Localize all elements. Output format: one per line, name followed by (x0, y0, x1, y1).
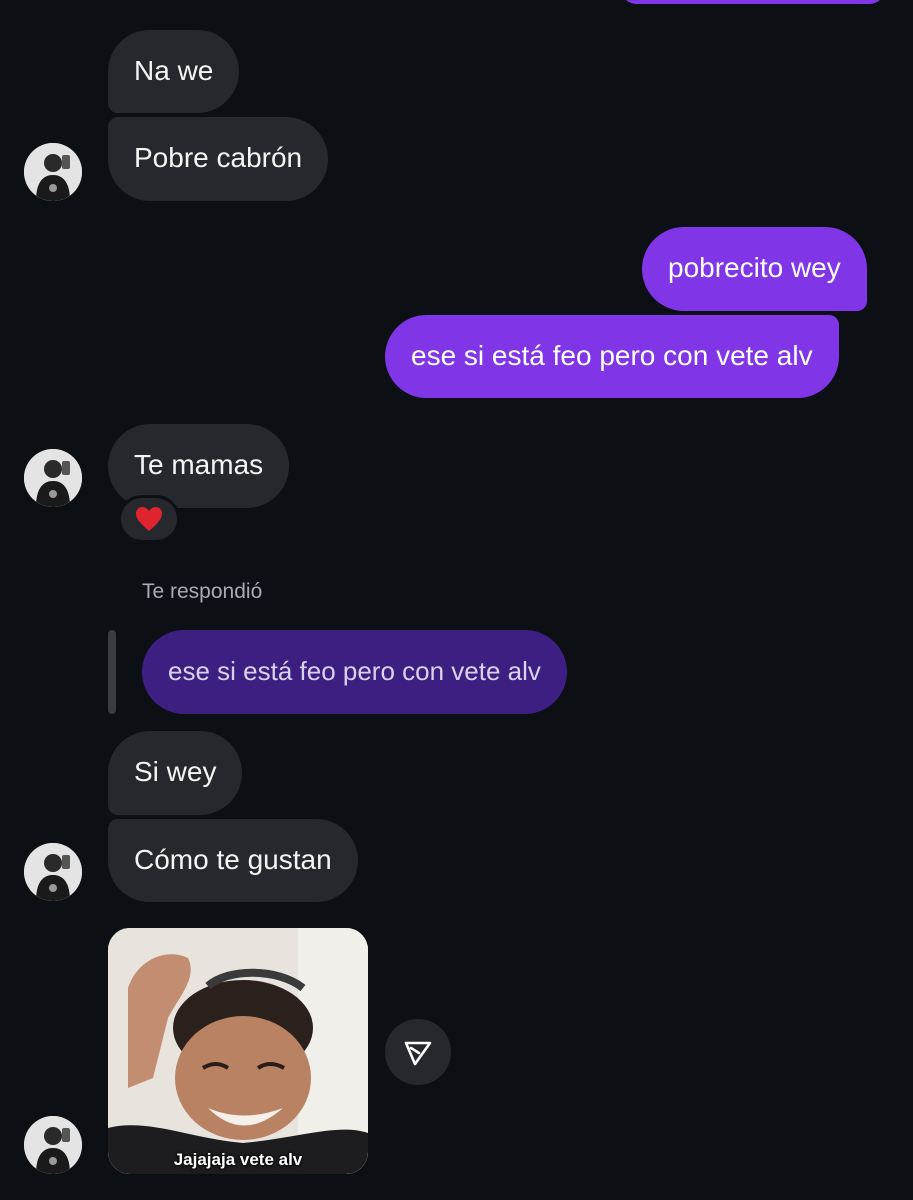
message-text: pobrecito wey (668, 252, 841, 283)
outgoing-message[interactable]: pobrecito wey (642, 227, 867, 311)
outgoing-bubble-partial (620, 0, 886, 4)
profile-photo-icon (24, 1116, 82, 1174)
video-thumbnail (108, 928, 368, 1174)
media-message[interactable]: Jajajaja vete alv (108, 928, 368, 1174)
message-text: Na we (134, 55, 214, 86)
profile-photo-icon (24, 449, 82, 507)
message-text: Si wey (134, 756, 217, 787)
avatar[interactable] (24, 143, 82, 201)
outgoing-message[interactable]: ese si está feo pero con vete alv (385, 315, 839, 398)
avatar[interactable] (24, 449, 82, 507)
reaction-badge[interactable] (118, 495, 180, 543)
share-button[interactable] (385, 1019, 451, 1085)
incoming-message[interactable]: Cómo te gustan (108, 819, 358, 902)
quoted-message-text: ese si está feo pero con vete alv (168, 656, 541, 686)
message-text: ese si está feo pero con vete alv (411, 340, 813, 371)
avatar[interactable] (24, 843, 82, 901)
avatar[interactable] (24, 1116, 82, 1174)
incoming-message[interactable]: Na we (108, 30, 240, 113)
chat-thread[interactable]: Na we Pobre cabrón pobrecito wey ese si … (0, 0, 913, 1200)
profile-photo-icon (24, 143, 82, 201)
reply-indicator-bar (108, 630, 116, 714)
heart-icon (136, 507, 162, 531)
message-text: Te mamas (134, 449, 264, 480)
send-icon (404, 1041, 432, 1066)
incoming-message[interactable]: Si wey (108, 731, 243, 815)
profile-photo-icon (24, 843, 82, 901)
message-text: Pobre cabrón (134, 142, 303, 173)
reply-label: Te respondió (142, 580, 263, 603)
quoted-message[interactable]: ese si está feo pero con vete alv (142, 630, 567, 714)
media-caption: Jajajaja vete alv (173, 1150, 303, 1169)
incoming-message[interactable]: Pobre cabrón (108, 117, 329, 201)
message-text: Cómo te gustan (134, 844, 332, 875)
